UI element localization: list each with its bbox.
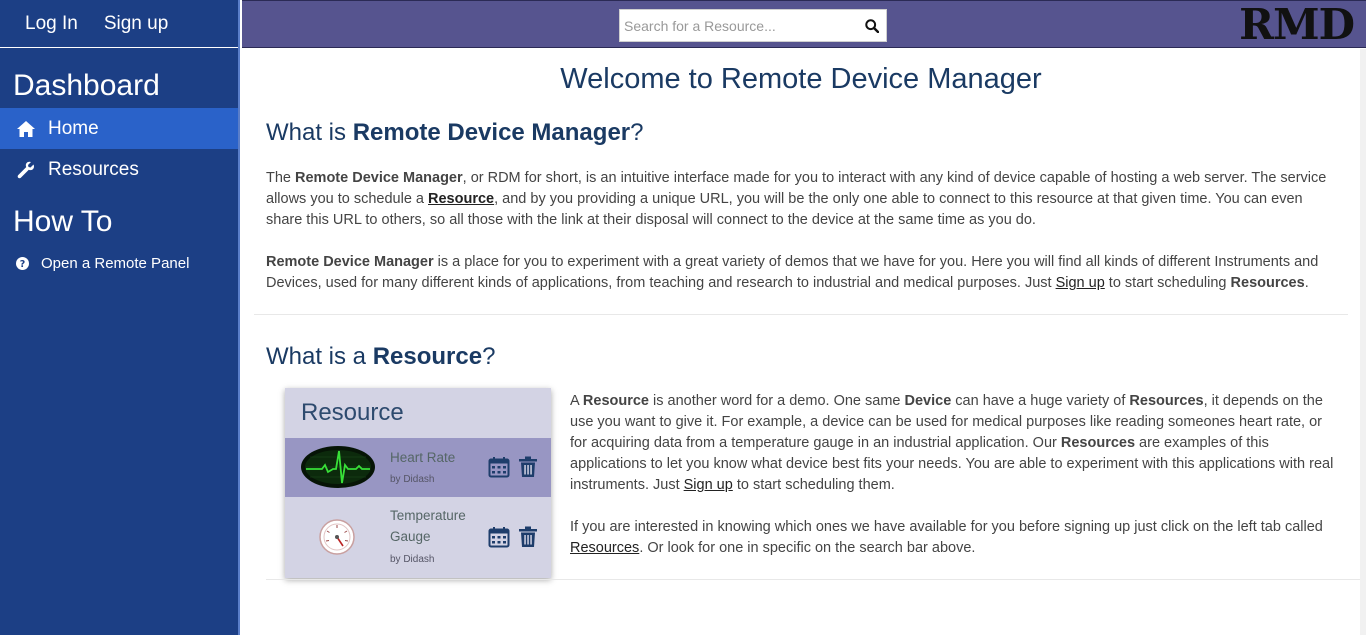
section-title-what-is-resource: What is a Resource? bbox=[266, 343, 496, 370]
top-bar: RMD bbox=[242, 0, 1366, 48]
section-divider bbox=[254, 314, 1348, 315]
emphasis-text: Resource bbox=[582, 393, 649, 409]
main-content: Welcome to Remote Device Manager What is… bbox=[242, 49, 1360, 635]
emphasis-text: Remote Device Manager bbox=[266, 254, 434, 270]
inline-link[interactable]: Sign up bbox=[1056, 275, 1105, 291]
heart-rate-monitor-icon bbox=[300, 445, 376, 494]
svg-text:?: ? bbox=[20, 259, 26, 270]
emphasis-text: Resources bbox=[1060, 435, 1136, 451]
delete-trash-icon[interactable] bbox=[517, 456, 539, 478]
paragraph-text: to start scheduling them. bbox=[732, 477, 895, 493]
schedule-calendar-icon[interactable] bbox=[488, 526, 510, 548]
emphasis-text: Remote Device Manager bbox=[295, 170, 463, 186]
inline-link[interactable]: Sign up bbox=[684, 477, 733, 493]
inline-link[interactable]: Resources bbox=[570, 540, 639, 556]
resource-description: A Resource is another word for a demo. O… bbox=[570, 391, 1340, 559]
section-divider bbox=[266, 579, 1360, 580]
resource-browse-paragraph: If you are interested in knowing which o… bbox=[570, 517, 1340, 559]
howto-heading: How To bbox=[13, 205, 113, 238]
login-link[interactable]: Log In bbox=[25, 13, 78, 35]
sidebar-item-label: Open a Remote Panel bbox=[41, 254, 190, 272]
intro-paragraph: The Remote Device Manager, or RDM for sh… bbox=[266, 168, 1336, 231]
temperature-gauge-icon bbox=[319, 519, 355, 560]
scrollbar[interactable] bbox=[1360, 49, 1366, 635]
experiment-paragraph: Remote Device Manager is a place for you… bbox=[266, 252, 1336, 294]
paragraph-text: . Or look for one in specific on the sea… bbox=[639, 540, 976, 556]
section-title-what-is-rdm: What is Remote Device Manager? bbox=[266, 119, 644, 146]
resource-item-author: by Didash bbox=[390, 474, 435, 485]
search-input[interactable] bbox=[620, 10, 858, 41]
paragraph-text: is another word for a demo. One same bbox=[649, 393, 905, 409]
paragraph-text: . bbox=[1304, 275, 1309, 291]
sidebar: Log In Sign up Dashboard Home Resources … bbox=[0, 0, 240, 635]
auth-bar: Log In Sign up bbox=[0, 0, 238, 48]
search-box bbox=[619, 9, 887, 42]
sidebar-item-label: Home bbox=[48, 117, 99, 139]
resource-explanation-paragraph: A Resource is another word for a demo. O… bbox=[570, 391, 1340, 496]
paragraph-text: The bbox=[266, 170, 296, 186]
paragraph-text: If you are interested in knowing which o… bbox=[570, 519, 1323, 535]
sidebar-item-home[interactable]: Home bbox=[0, 108, 238, 149]
resource-section: Resource Heart Rate by Didash Temperatur… bbox=[242, 388, 1360, 588]
paragraph-text: can have a huge variety of bbox=[951, 393, 1130, 409]
rmd-logo[interactable]: RMD bbox=[1239, 4, 1355, 46]
inline-link[interactable]: Resource bbox=[428, 191, 494, 207]
emphasis-text: Device bbox=[904, 393, 952, 409]
wrench-icon bbox=[16, 160, 36, 180]
resource-example-card: Resource Heart Rate by Didash Temperatur… bbox=[285, 388, 551, 578]
sidebar-item-open-remote-panel[interactable]: ? Open a Remote Panel bbox=[0, 244, 238, 282]
resource-item-temperature-gauge[interactable]: Temperature Gauge by Didash bbox=[285, 497, 551, 578]
delete-trash-icon[interactable] bbox=[517, 526, 539, 548]
resource-item-name: Heart Rate bbox=[390, 450, 456, 465]
question-circle-icon: ? bbox=[16, 256, 29, 270]
signup-link[interactable]: Sign up bbox=[104, 13, 168, 35]
paragraph-text: to start scheduling bbox=[1104, 275, 1231, 291]
schedule-calendar-icon[interactable] bbox=[488, 456, 510, 478]
page-title: Welcome to Remote Device Manager bbox=[560, 63, 1042, 95]
sidebar-item-resources[interactable]: Resources bbox=[0, 149, 238, 190]
emphasis-text: Resources bbox=[1230, 275, 1305, 291]
search-icon[interactable] bbox=[858, 10, 886, 41]
sidebar-item-label: Resources bbox=[48, 158, 139, 180]
resource-item-name: Temperature Gauge bbox=[390, 508, 466, 544]
dashboard-heading: Dashboard bbox=[13, 69, 160, 102]
emphasis-text: Resources bbox=[1129, 393, 1204, 409]
resource-item-author: by Didash bbox=[390, 554, 435, 565]
resource-card-title: Resource bbox=[301, 399, 404, 426]
paragraph-text: A bbox=[570, 393, 583, 409]
resource-item-heart-rate[interactable]: Heart Rate by Didash bbox=[285, 438, 551, 497]
home-icon bbox=[16, 119, 36, 139]
